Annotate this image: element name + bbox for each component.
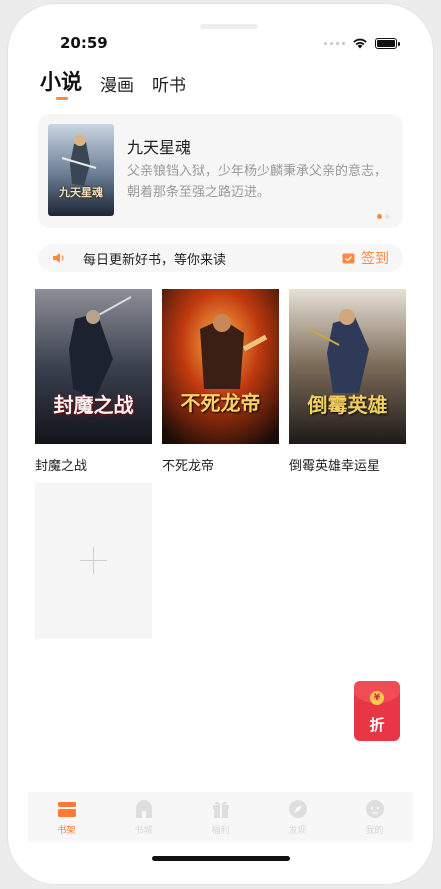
tab-bookshelf[interactable]: 书架 [37,798,97,836]
tab-discover[interactable]: 发现 [268,798,328,836]
carousel-pager [377,214,390,219]
tab-welfare[interactable]: 福利 [191,798,251,836]
book-cover-title: 不死龙帝 [180,391,261,415]
tab-label: 书架 [57,826,76,836]
book-item[interactable]: 不死龙帝 不死龙帝 [162,289,279,474]
profile-icon [365,800,384,818]
book-title: 不死龙帝 [162,459,215,474]
book-cover[interactable]: 不死龙帝 [162,289,279,444]
featured-title: 九天星魂 [127,138,192,157]
discover-icon [288,800,307,818]
tab-active-indicator [56,97,68,100]
bookstore-icon [135,800,152,818]
featured-description: 父亲锒铛入狱，少年杨少麟秉承父亲的意志，朝着那条至强之路迈进。 [127,164,388,200]
wifi-icon [353,38,367,49]
book-cover[interactable]: 封魔之战 [35,289,152,444]
notch-indicator [200,24,258,29]
book-item[interactable]: 倒霉英雄 倒霉英雄幸运星 [289,289,406,474]
signin-button[interactable]: 签到 [342,248,389,268]
category-tabs: 小说 漫画 听书 [40,66,186,96]
phone-screen: 20:59 小说 漫画 听书 九天星魂 九天星魂 父亲锒铛入狱，少年杨少麟秉承父… [8,4,433,884]
battery-icon [375,37,400,49]
tab-comic[interactable]: 漫画 [100,71,134,96]
coin-icon: ¥ [370,691,384,705]
tab-novel[interactable]: 小说 [40,66,82,96]
signin-label: 签到 [361,251,389,267]
speaker-icon [53,253,64,263]
add-book-button[interactable] [35,483,152,639]
book-cover[interactable]: 倒霉英雄 [289,289,406,444]
bookshelf-icon [57,802,76,817]
bottom-tab-bar: 书架 书城 福利 发现 我的 [28,792,413,842]
featured-cover-title: 九天星魂 [59,186,103,199]
gift-icon [212,801,229,818]
tab-label: 书城 [134,826,153,836]
tab-label: 我的 [365,826,384,836]
book-cover-title: 封魔之战 [53,393,134,417]
tab-label: 发现 [288,826,307,836]
book-cover-title: 倒霉英雄 [307,393,388,417]
tab-profile[interactable]: 我的 [345,798,405,836]
home-indicator [152,856,290,861]
tab-audiobook[interactable]: 听书 [152,71,186,96]
book-item[interactable]: 封魔之战 封魔之战 [35,289,152,474]
book-title: 倒霉英雄幸运星 [289,459,381,474]
discount-redpack-button[interactable]: ¥ 折 [354,681,400,741]
redpack-label: 折 [369,716,385,734]
signal-dots-icon [324,41,345,45]
book-title: 封魔之战 [35,459,88,474]
featured-book-card[interactable]: 九天星魂 九天星魂 父亲锒铛入狱，少年杨少麟秉承父亲的意志，朝着那条至强之路迈进… [38,114,403,228]
tab-bookstore[interactable]: 书城 [114,798,174,836]
status-time: 20:59 [60,34,108,52]
status-icons [324,37,400,49]
featured-cover[interactable]: 九天星魂 [48,124,114,216]
notice-bar: 每日更新好书，等你来读 签到 [38,244,403,272]
tab-label: 福利 [211,826,230,836]
checkin-icon [342,253,355,264]
notice-text: 每日更新好书，等你来读 [83,253,227,268]
